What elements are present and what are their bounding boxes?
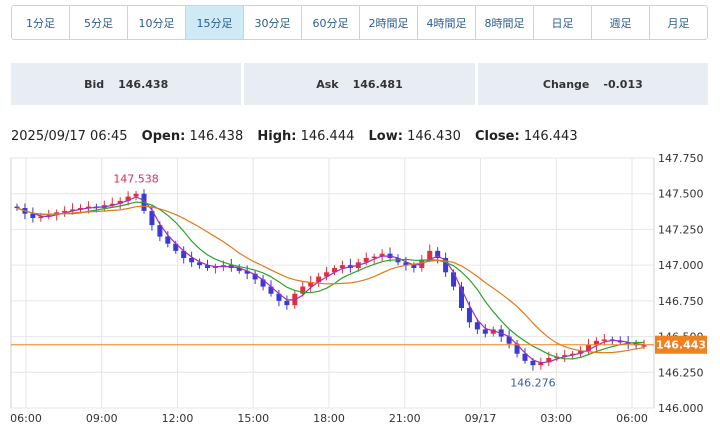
tab-timeframe[interactable]: 1分足 — [12, 6, 70, 39]
y-tick-label: 147.250 — [658, 223, 704, 236]
candle-body — [474, 322, 480, 330]
bid-box: Bid 146.438 — [11, 63, 242, 105]
ohlc-datetime: 2025/09/17 06:45 — [11, 129, 128, 144]
tab-timeframe[interactable]: 10分足 — [128, 6, 186, 39]
tab-timeframe[interactable]: 60分足 — [302, 6, 360, 39]
high-annotation: 147.538 — [113, 172, 159, 185]
candle-body — [133, 193, 139, 197]
x-tick-label: 03:00 — [540, 412, 572, 425]
tab-timeframe[interactable]: 週足 — [592, 6, 650, 39]
low-value: 146.430 — [407, 129, 461, 144]
candle-body — [601, 339, 607, 341]
candle-body — [530, 360, 536, 366]
x-tick-label: 21:00 — [389, 412, 421, 425]
x-tick-label: 06:00 — [10, 412, 42, 425]
x-tick-label: 09:00 — [86, 412, 118, 425]
high-value: 146.444 — [300, 129, 355, 144]
x-tick-label: 06:00 — [616, 412, 648, 425]
y-tick-label: 147.500 — [658, 188, 704, 201]
plot-area — [10, 157, 655, 409]
low-label: Low: — [368, 129, 403, 144]
tab-timeframe[interactable]: 5分足 — [70, 6, 128, 39]
bid-label: Bid — [84, 77, 105, 91]
low-annotation: 146.276 — [510, 377, 556, 390]
current-price-label: 146.443 — [656, 339, 706, 352]
tab-timeframe[interactable]: 8時間足 — [476, 6, 534, 39]
x-tick-label: 09/17 — [465, 412, 497, 425]
y-tick-label: 146.000 — [658, 402, 704, 415]
y-tick-label: 147.000 — [658, 259, 704, 272]
x-tick-label: 15:00 — [237, 412, 269, 425]
change-value: -0.013 — [603, 77, 643, 91]
tab-timeframe[interactable]: 月足 — [650, 6, 707, 39]
x-tick-label: 18:00 — [313, 412, 345, 425]
tab-timeframe[interactable]: 日足 — [534, 6, 592, 39]
close-value: 146.443 — [523, 129, 578, 144]
candle-body — [284, 300, 290, 306]
candle-body — [482, 329, 488, 334]
candle-body — [466, 308, 472, 323]
open-label: Open: — [141, 129, 186, 144]
tab-timeframe[interactable]: 2時間足 — [360, 6, 418, 39]
ask-value: 146.481 — [352, 77, 403, 91]
bid-value: 146.438 — [118, 77, 169, 91]
tab-timeframe[interactable]: 4時間足 — [418, 6, 476, 39]
candle-body — [641, 345, 647, 347]
quote-strip: Bid 146.438 Ask 146.481 Change -0.013 — [11, 63, 708, 105]
timeframe-tabs: 1分足 5分足 10分足 15分足 30分足 60分足 2時間足 4時間足 8時間足 日足 週足 月足 — [11, 5, 708, 40]
y-tick-label: 147.750 — [658, 152, 704, 165]
open-value: 146.438 — [189, 129, 244, 144]
tab-timeframe[interactable]: 15分足 — [186, 6, 244, 39]
close-label: Close: — [475, 129, 520, 144]
y-tick-label: 146.750 — [658, 295, 704, 308]
candle-body — [14, 206, 20, 209]
price-chart[interactable]: 147.750147.500147.250147.000146.750146.5… — [0, 148, 720, 429]
change-label: Change — [542, 77, 590, 91]
x-tick-label: 12:00 — [162, 412, 194, 425]
ask-label: Ask — [316, 77, 339, 91]
y-tick-label: 146.250 — [658, 366, 704, 379]
ask-box: Ask 146.481 — [244, 63, 475, 105]
high-label: High: — [257, 129, 297, 144]
ohlc-readout: 2025/09/17 06:45 Open: 146.438 High: 146… — [11, 129, 578, 144]
candle-body — [451, 272, 457, 287]
tab-timeframe[interactable]: 30分足 — [244, 6, 302, 39]
change-box: Change -0.013 — [477, 63, 708, 105]
